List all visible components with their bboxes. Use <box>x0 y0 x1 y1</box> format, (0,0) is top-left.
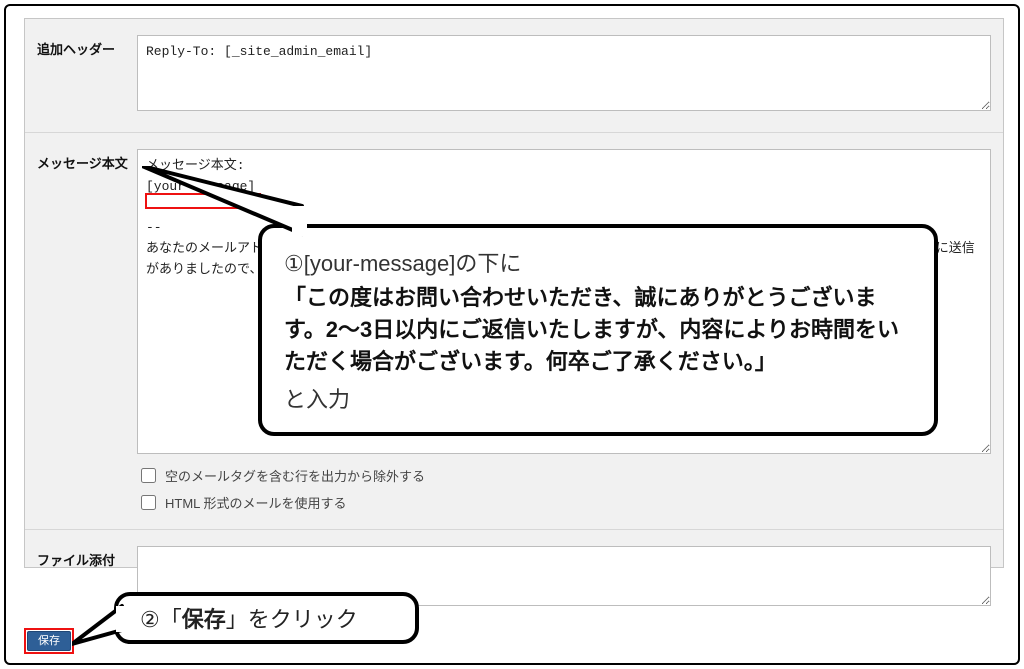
label-message-body: メッセージ本文 <box>37 149 137 172</box>
callout1-line3: と入力 <box>284 382 912 414</box>
callout2-text: ②「保存」をクリック <box>140 602 358 634</box>
highlight-save-button: 保存 <box>24 628 74 654</box>
checkbox-exclude-empty-tag[interactable] <box>141 468 156 483</box>
callout2-post: 」をクリック <box>226 607 358 632</box>
callout2-pre: ②「 <box>140 607 182 632</box>
callout1-pointer-icon <box>142 166 312 246</box>
save-button[interactable]: 保存 <box>27 631 71 651</box>
callout-instruction-1: ①[your-message]の下に 「この度はお問い合わせいただき、誠にありが… <box>258 224 938 436</box>
label-file-attach: ファイル添付 <box>37 546 137 569</box>
label-additional-headers: 追加ヘッダー <box>37 35 137 58</box>
callout1-line2: 「この度はお問い合わせいただき、誠にありがとうございます。2〜3日以内にご返信い… <box>284 282 912 378</box>
checkbox-label-html: HTML 形式のメールを使用する <box>165 493 347 512</box>
callout2-bold: 保存 <box>182 607 226 632</box>
checkbox-row-html: HTML 形式のメールを使用する <box>137 492 991 513</box>
row-additional-headers: 追加ヘッダー <box>25 19 1003 133</box>
screenshot-frame: 追加ヘッダー メッセージ本文 空のメールタグを含む行を出力から除外する HTML… <box>4 4 1020 665</box>
callout-instruction-2: ②「保存」をクリック <box>114 592 419 644</box>
callout2-pointer-icon <box>72 602 132 650</box>
checkbox-label-empty-tag: 空のメールタグを含む行を出力から除外する <box>165 466 425 485</box>
input-additional-headers[interactable] <box>137 35 991 111</box>
checkbox-use-html[interactable] <box>141 495 156 510</box>
callout1-line1: ①[your-message]の下に <box>284 246 912 278</box>
checkbox-row-empty-tag: 空のメールタグを含む行を出力から除外する <box>137 465 991 486</box>
